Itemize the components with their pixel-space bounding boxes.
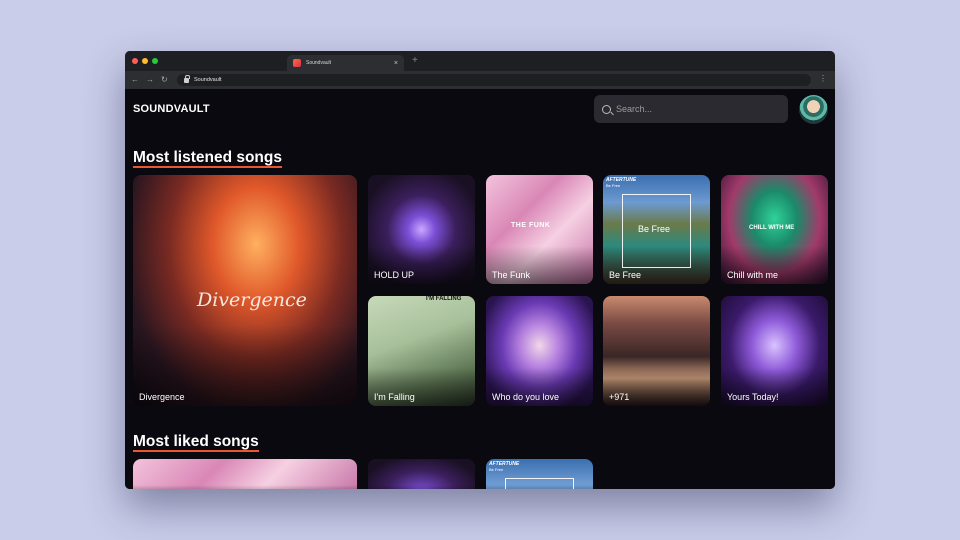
favicon-icon (293, 59, 301, 67)
close-window-button[interactable] (132, 58, 138, 64)
song-card-the-funk[interactable]: THE FUNK The Funk (486, 175, 593, 284)
card-art-title: Be Free (638, 224, 671, 234)
card-label: Chill with me (727, 270, 779, 280)
window-controls (132, 58, 158, 64)
liked-song-card[interactable] (368, 459, 475, 489)
card-label: Divergence (139, 392, 185, 402)
card-art-subtitle: Be Free (489, 467, 504, 472)
card-label: Yours Today! (727, 392, 779, 402)
search-icon (602, 104, 611, 114)
section-title-most-listened: Most listened songs (133, 149, 282, 168)
minimize-window-button[interactable] (142, 58, 148, 64)
song-card-divergence[interactable]: Divergence Divergence (133, 175, 357, 406)
card-art-title: CHILL WITH ME (749, 225, 795, 231)
card-label: +971 (609, 392, 630, 402)
card-label: The Funk (492, 270, 531, 280)
avatar[interactable] (799, 95, 828, 124)
browser-menu-icon[interactable]: ⋮ (819, 75, 827, 83)
forward-icon[interactable]: → (146, 76, 154, 84)
close-tab-icon[interactable]: × (394, 60, 398, 67)
song-card-971[interactable]: +971 (603, 296, 710, 406)
browser-window: Soundvault × + ← → ↻ Soundvault ⋮ SOUNDV… (125, 51, 835, 489)
song-card-im-falling[interactable]: I'M FALLING I'm Falling (368, 296, 475, 406)
card-art-subtitle: Be Free (606, 183, 621, 188)
url-text: Soundvault (194, 77, 222, 83)
brand-logo[interactable]: SOUNDVAULT (133, 103, 210, 115)
search-input[interactable] (616, 104, 766, 114)
song-card-who-do-you-love[interactable]: Who do you love (486, 296, 593, 406)
song-card-chill-with-me[interactable]: CHILL WITH ME Chill with me (721, 175, 828, 284)
card-label: Who do you love (492, 392, 560, 402)
browser-toolbar: ← → ↻ Soundvault ⋮ (125, 71, 835, 89)
new-tab-icon[interactable]: + (412, 56, 418, 66)
song-card-yours-today[interactable]: Yours Today! (721, 296, 828, 406)
liked-song-card[interactable] (133, 459, 357, 489)
section-title-most-liked: Most liked songs (133, 433, 259, 452)
browser-tab[interactable]: Soundvault × (287, 55, 404, 71)
tab-title: Soundvault (306, 60, 332, 66)
back-icon[interactable]: ← (131, 76, 139, 84)
browser-tabbar: Soundvault × + (125, 51, 835, 71)
song-card-be-free[interactable]: AFTERTUNE Be Free Be Free Be Free (603, 175, 710, 284)
card-label: Be Free (609, 270, 642, 280)
card-art-title: THE FUNK (511, 222, 551, 229)
lock-icon (184, 75, 190, 83)
maximize-window-button[interactable] (152, 58, 158, 64)
card-art-frame (505, 478, 574, 489)
address-bar[interactable]: Soundvault (177, 74, 811, 86)
card-art-title: I'M FALLING (426, 296, 462, 302)
reload-icon[interactable]: ↻ (161, 76, 168, 84)
liked-song-card[interactable]: AFTERTUNE Be Free (486, 459, 593, 489)
card-art-title: Divergence (197, 289, 307, 311)
card-label: I'm Falling (374, 392, 415, 402)
app-page: SOUNDVAULT Most listened songs Divergenc… (125, 89, 835, 489)
card-label: HOLD UP (374, 270, 415, 280)
song-card-hold-up[interactable]: HOLD UP (368, 175, 475, 284)
search-box[interactable] (594, 95, 788, 123)
